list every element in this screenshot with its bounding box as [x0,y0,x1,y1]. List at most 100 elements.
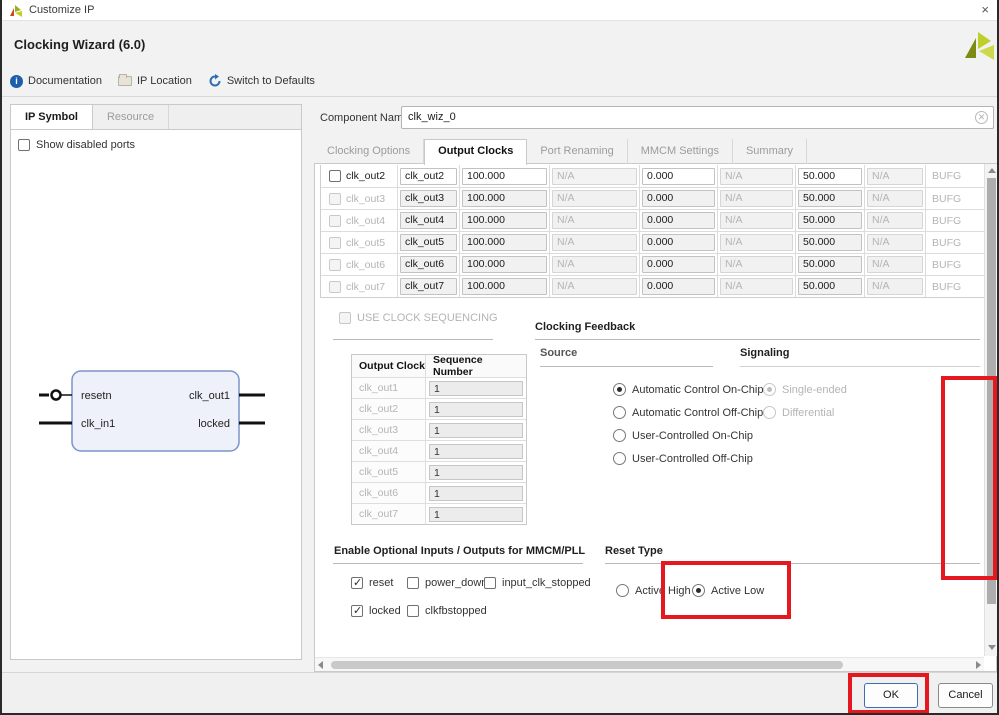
signaling-single-ended-radio [763,383,776,396]
output-freq-input: 100.000 [462,190,547,207]
sequence-number-input: 1 [429,381,523,396]
output-clock-header: Output Clock [352,355,426,377]
phase-input[interactable]: 0.000 [642,168,715,185]
source-auto-offchip-radio[interactable] [613,406,626,419]
scroll-left-icon[interactable] [318,661,323,669]
close-icon[interactable]: × [981,2,989,17]
horizontal-scrollbar[interactable] [315,657,984,671]
seq-clock-label: clk_out5 [352,462,426,482]
power-down-checkbox[interactable] [407,577,419,589]
scroll-down-icon[interactable] [988,645,996,650]
row-enable-checkbox[interactable] [329,170,341,182]
power-down-label: power_down [425,577,487,589]
annotation-box-ok-button [848,673,929,714]
locked-checkbox[interactable] [351,605,363,617]
duty-cycle-input: 50.000 [798,212,862,229]
clkfbstopped-checkbox[interactable] [407,605,419,617]
xilinx-logo-icon [962,28,998,64]
tab-resource[interactable]: Resource [93,105,169,129]
horizontal-scroll-thumb[interactable] [331,661,843,669]
row-enable-checkbox [329,259,341,271]
component-name-input[interactable]: clk_wiz_0 ✕ [401,106,994,129]
source-user-offchip-radio[interactable] [613,452,626,465]
signaling-single-ended-label: Single-ended [782,384,847,396]
switch-to-defaults-button[interactable]: Switch to Defaults [208,74,315,88]
source-user-offchip-label: User-Controlled Off-Chip [632,453,753,465]
scroll-right-icon[interactable] [976,661,981,669]
active-high-radio[interactable] [616,584,629,597]
phase-input: 0.000 [642,190,715,207]
actual-freq-value: N/A [552,256,637,273]
duty-cycle-input: 50.000 [798,278,862,295]
port-clk-in1-label: clk_in1 [81,418,115,430]
row-label: clk_out7 [346,281,385,293]
duty-cycle-input: 50.000 [798,190,862,207]
refresh-icon [208,74,222,88]
input-clk-stopped-checkbox[interactable] [484,577,496,589]
actual-duty-value: N/A [867,190,923,207]
ip-location-button[interactable]: IP Location [118,75,192,87]
source-user-onchip-label: User-Controlled On-Chip [632,430,753,442]
sequence-number-input: 1 [429,507,523,522]
source-auto-onchip-radio[interactable] [613,383,626,396]
sequence-row: clk_out51 [352,461,526,482]
clear-icon[interactable]: ✕ [975,111,988,124]
duty-cycle-input[interactable]: 50.000 [798,168,862,185]
tab-mmcm-settings[interactable]: MMCM Settings [628,139,733,164]
show-disabled-ports-checkbox[interactable] [18,139,30,151]
annotation-box-right-area [941,376,997,580]
clocking-feedback-title: Clocking Feedback [535,321,635,333]
phase-input: 0.000 [642,256,715,273]
output-freq-input: 100.000 [462,278,547,295]
row-label: clk_out2 [346,170,385,182]
documentation-button[interactable]: i Documentation [10,75,102,88]
scroll-up-icon[interactable] [988,168,996,173]
port-resetn-label: resetn [81,390,112,402]
clkfbstopped-label: clkfbstopped [425,605,487,617]
sequence-table: Output Clock Sequence Number clk_out11 c… [351,354,527,525]
sequence-row: clk_out41 [352,440,526,461]
phase-input: 0.000 [642,212,715,229]
sequence-number-input: 1 [429,444,523,459]
port-name-input: clk_out7 [400,278,457,295]
optional-io-divider [333,563,583,564]
output-freq-input: 100.000 [462,234,547,251]
sequence-number-input: 1 [429,486,523,501]
window-title: Customize IP [29,4,94,16]
tab-port-renaming[interactable]: Port Renaming [527,139,627,164]
drive-value: BUFG [932,281,961,293]
source-divider [540,366,713,367]
annotation-box-active-low [661,561,791,619]
actual-phase-value: N/A [720,234,793,251]
output-freq-input: 100.000 [462,256,547,273]
actual-freq-value: N/A [552,168,637,185]
table-row: clk_out7 clk_out7 100.000 N/A 0.000 N/A … [321,275,984,297]
header-divider [2,96,997,97]
source-user-onchip-radio[interactable] [613,429,626,442]
sequence-row: clk_out21 [352,398,526,419]
switch-to-defaults-label: Switch to Defaults [227,75,315,87]
port-name-input[interactable]: clk_out2 [400,168,457,185]
actual-freq-value: N/A [552,278,637,295]
tab-summary[interactable]: Summary [733,139,807,164]
tab-clocking-options[interactable]: Clocking Options [314,139,424,164]
output-freq-input[interactable]: 100.000 [462,168,547,185]
tab-output-clocks[interactable]: Output Clocks [424,139,527,165]
sequence-row: clk_out71 [352,503,526,524]
table-row: clk_out2 clk_out2 100.000 N/A 0.000 N/A … [321,165,984,187]
use-clock-sequencing-label: USE CLOCK SEQUENCING [357,312,498,324]
component-name-label: Component Name [320,112,409,124]
signaling-differential-radio [763,406,776,419]
info-icon: i [10,75,23,88]
row-label: clk_out6 [346,259,385,271]
sequence-row: clk_out31 [352,419,526,440]
actual-freq-value: N/A [552,212,637,229]
cancel-button[interactable]: Cancel [938,683,993,708]
actual-phase-value: N/A [720,168,793,185]
port-name-input: clk_out5 [400,234,457,251]
phase-input: 0.000 [642,234,715,251]
tab-ip-symbol[interactable]: IP Symbol [11,105,93,129]
reset-checkbox[interactable] [351,577,363,589]
use-clock-sequencing-checkbox [339,312,351,324]
source-auto-offchip-label: Automatic Control Off-Chip [632,407,763,419]
